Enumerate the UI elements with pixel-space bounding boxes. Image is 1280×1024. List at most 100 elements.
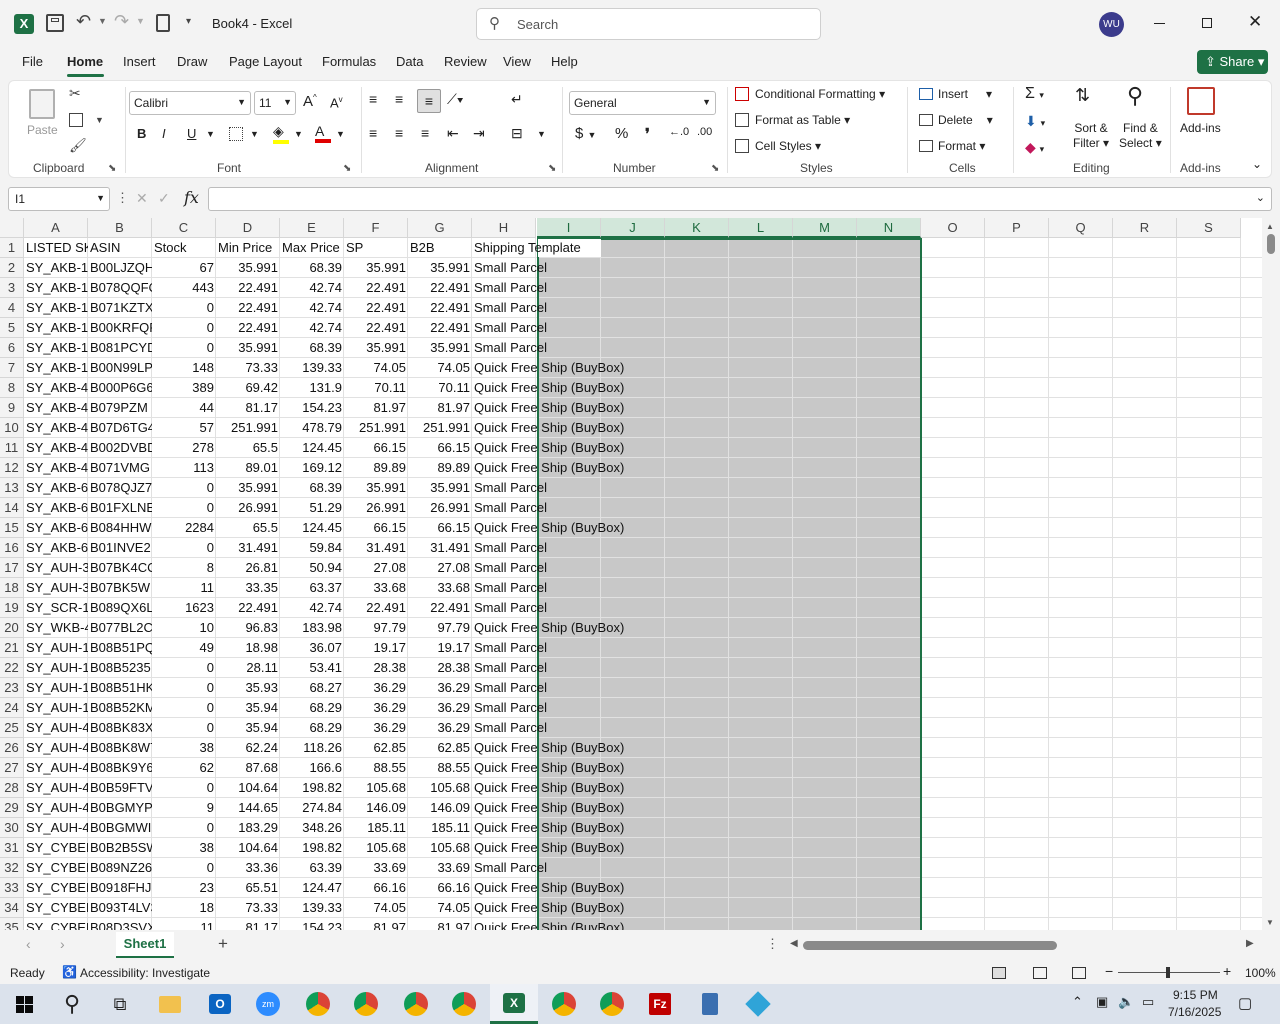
column-header[interactable]: I bbox=[537, 218, 601, 238]
row-header[interactable]: 7 bbox=[0, 358, 24, 378]
table-cell[interactable]: Quick Free Ship (BuyBox) bbox=[472, 778, 672, 798]
table-cell[interactable]: 35.991 bbox=[344, 478, 408, 498]
table-cell[interactable]: B084HHW bbox=[88, 518, 152, 538]
table-cell[interactable]: 35.991 bbox=[408, 478, 472, 498]
merge-center-icon[interactable]: ⊟ bbox=[511, 125, 523, 142]
table-cell[interactable]: B00N99LP bbox=[88, 358, 152, 378]
table-cell[interactable]: 104.64 bbox=[216, 778, 280, 798]
table-cell[interactable]: 251.991 bbox=[216, 418, 280, 438]
table-cell[interactable]: 68.39 bbox=[280, 478, 344, 498]
font-color-dropdown-icon[interactable]: ▼ bbox=[336, 129, 345, 139]
header-cell[interactable]: Min Price bbox=[216, 238, 280, 258]
row-header[interactable]: 12 bbox=[0, 458, 24, 478]
tab-view[interactable]: View bbox=[503, 54, 531, 69]
table-cell[interactable]: Small Parcel bbox=[472, 858, 672, 878]
cell-styles-button[interactable]: Cell Styles ▾ bbox=[735, 139, 821, 153]
share-button[interactable]: ⇪ Share ▾ bbox=[1197, 50, 1268, 74]
save-icon[interactable] bbox=[46, 14, 64, 32]
table-cell[interactable]: Small Parcel bbox=[472, 278, 672, 298]
table-cell[interactable]: 22.491 bbox=[408, 298, 472, 318]
table-cell[interactable]: 38 bbox=[152, 738, 216, 758]
format-painter-icon[interactable]: 🖌 bbox=[69, 137, 87, 154]
row-header[interactable]: 22 bbox=[0, 658, 24, 678]
table-cell[interactable]: 124.47 bbox=[280, 878, 344, 898]
table-cell[interactable]: 33.68 bbox=[408, 578, 472, 598]
table-cell[interactable]: 105.68 bbox=[408, 778, 472, 798]
table-cell[interactable]: 35.991 bbox=[344, 258, 408, 278]
insert-function-icon[interactable]: fx bbox=[184, 188, 199, 207]
row-header[interactable]: 31 bbox=[0, 838, 24, 858]
table-cell[interactable]: 88.55 bbox=[408, 758, 472, 778]
table-cell[interactable]: B07BK4CC bbox=[88, 558, 152, 578]
normal-view-icon[interactable] bbox=[992, 967, 1006, 979]
table-cell[interactable]: 185.11 bbox=[408, 818, 472, 838]
table-cell[interactable]: 36.29 bbox=[408, 678, 472, 698]
table-cell[interactable]: 35.93 bbox=[216, 678, 280, 698]
conditional-formatting-button[interactable]: Conditional Formatting ▾ bbox=[735, 87, 885, 101]
zoom-in-icon[interactable]: + bbox=[1223, 963, 1231, 979]
row-header[interactable]: 1 bbox=[0, 238, 24, 258]
table-cell[interactable]: B08B52KM bbox=[88, 698, 152, 718]
table-cell[interactable]: SY_AKB-1 bbox=[24, 358, 88, 378]
collapse-ribbon-icon[interactable]: ⌄ bbox=[1252, 157, 1262, 171]
table-cell[interactable]: 22.491 bbox=[216, 278, 280, 298]
header-cell[interactable]: SP bbox=[344, 238, 408, 258]
table-cell[interactable]: SY_AUH-3 bbox=[24, 558, 88, 578]
clock-date[interactable]: 7/16/2025 bbox=[1168, 1005, 1221, 1019]
scroll-up-icon[interactable]: ▲ bbox=[1266, 222, 1274, 231]
table-cell[interactable]: 57 bbox=[152, 418, 216, 438]
table-cell[interactable]: 73.33 bbox=[216, 358, 280, 378]
calculator-icon[interactable] bbox=[156, 14, 170, 32]
table-cell[interactable]: 36.29 bbox=[408, 698, 472, 718]
table-cell[interactable]: Small Parcel bbox=[472, 638, 672, 658]
table-cell[interactable]: SY_AKB-1 bbox=[24, 278, 88, 298]
table-cell[interactable]: 81.97 bbox=[408, 918, 472, 930]
row-header[interactable]: 28 bbox=[0, 778, 24, 798]
orientation-icon[interactable]: ⟋▾ bbox=[447, 91, 464, 108]
row-header[interactable]: 34 bbox=[0, 898, 24, 918]
table-cell[interactable]: 68.29 bbox=[280, 698, 344, 718]
table-cell[interactable]: B002DVBD bbox=[88, 438, 152, 458]
delete-cells-button[interactable]: Delete ▾ bbox=[919, 113, 993, 127]
table-cell[interactable]: SY_CYBER bbox=[24, 878, 88, 898]
row-header[interactable]: 23 bbox=[0, 678, 24, 698]
table-cell[interactable]: Small Parcel bbox=[472, 698, 672, 718]
table-cell[interactable]: 22.491 bbox=[344, 318, 408, 338]
table-cell[interactable]: 0 bbox=[152, 678, 216, 698]
table-cell[interactable]: 42.74 bbox=[280, 318, 344, 338]
table-cell[interactable]: Quick Free Ship (BuyBox) bbox=[472, 818, 672, 838]
table-cell[interactable]: B0918FHJ bbox=[88, 878, 152, 898]
table-cell[interactable]: SY_AUH-4 bbox=[24, 818, 88, 838]
table-cell[interactable]: B078QJZ7 bbox=[88, 478, 152, 498]
table-cell[interactable]: 2284 bbox=[152, 518, 216, 538]
table-cell[interactable]: 35.94 bbox=[216, 718, 280, 738]
table-cell[interactable]: Quick Free Ship (BuyBox) bbox=[472, 758, 672, 778]
table-cell[interactable]: B0B2B5SW bbox=[88, 838, 152, 858]
table-cell[interactable]: Small Parcel bbox=[472, 258, 672, 278]
row-header[interactable]: 33 bbox=[0, 878, 24, 898]
restore-icon[interactable] bbox=[1202, 18, 1212, 28]
outlook-icon[interactable]: O bbox=[196, 984, 244, 1024]
meet-now-icon[interactable]: ▣ bbox=[1096, 994, 1108, 1010]
row-header[interactable]: 5 bbox=[0, 318, 24, 338]
table-cell[interactable]: 65.51 bbox=[216, 878, 280, 898]
expand-formula-icon[interactable]: ⌄ bbox=[1256, 191, 1265, 204]
table-cell[interactable]: 0 bbox=[152, 338, 216, 358]
table-cell[interactable]: B089NZ26 bbox=[88, 858, 152, 878]
copy-dropdown-icon[interactable]: ▼ bbox=[95, 115, 104, 125]
table-cell[interactable]: 35.991 bbox=[216, 478, 280, 498]
table-cell[interactable]: SY_AKB-1 bbox=[24, 318, 88, 338]
hscroll-left-icon[interactable]: ◀ bbox=[790, 938, 798, 949]
table-cell[interactable]: 68.29 bbox=[280, 718, 344, 738]
wrap-text-icon[interactable]: ↵ bbox=[511, 91, 523, 108]
table-cell[interactable]: 96.83 bbox=[216, 618, 280, 638]
table-cell[interactable]: 81.97 bbox=[408, 398, 472, 418]
table-cell[interactable]: B079PZM bbox=[88, 398, 152, 418]
table-cell[interactable]: B01INVE2 bbox=[88, 538, 152, 558]
table-cell[interactable]: 36.29 bbox=[344, 678, 408, 698]
table-cell[interactable]: 0 bbox=[152, 538, 216, 558]
table-cell[interactable]: SY_AUH-4 bbox=[24, 738, 88, 758]
table-cell[interactable]: B08B51PQ bbox=[88, 638, 152, 658]
find-select-icon[interactable]: ⚲ bbox=[1127, 83, 1143, 109]
notifications-icon[interactable]: ▢ bbox=[1238, 994, 1252, 1012]
